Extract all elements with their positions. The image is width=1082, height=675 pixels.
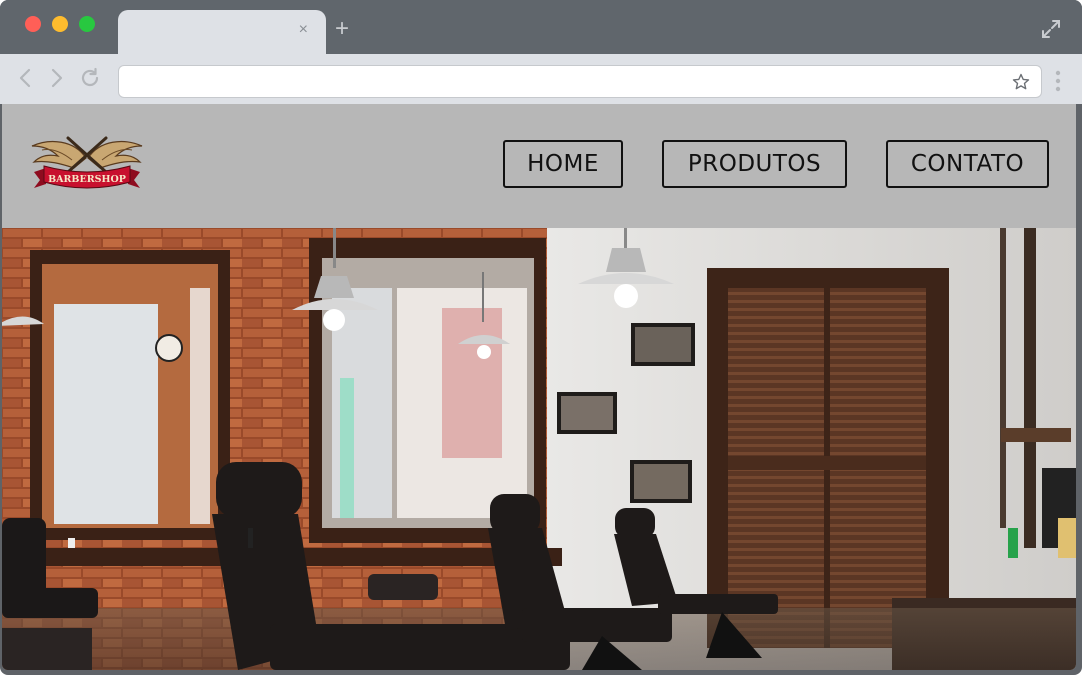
browser-window: × + BARBERSHOP HOME PRODUTOS CONTATO: [0, 0, 1082, 675]
nav-produtos-link[interactable]: PRODUTOS: [662, 140, 847, 188]
address-bar[interactable]: [118, 65, 1042, 98]
nav-home-link[interactable]: HOME: [503, 140, 623, 188]
logo-text: BARBERSHOP: [48, 174, 126, 185]
fullscreen-icon[interactable]: [1040, 18, 1062, 40]
tab-close-icon[interactable]: ×: [299, 20, 308, 40]
reload-icon[interactable]: [78, 66, 102, 90]
forward-icon[interactable]: [44, 66, 68, 90]
hero-barbershop-photo: [2, 228, 1076, 670]
close-window-button[interactable]: [25, 16, 41, 32]
barbershop-logo[interactable]: BARBERSHOP: [28, 132, 146, 196]
bookmark-star-icon[interactable]: [1011, 72, 1031, 92]
nav-contato-link[interactable]: CONTATO: [886, 140, 1049, 188]
browser-menu-icon[interactable]: [1054, 69, 1062, 93]
browser-toolbar: [0, 54, 1082, 104]
minimize-window-button[interactable]: [52, 16, 68, 32]
maximize-window-button[interactable]: [79, 16, 95, 32]
page-viewport: BARBERSHOP HOME PRODUTOS CONTATO: [2, 104, 1076, 670]
browser-titlebar: × +: [0, 0, 1082, 54]
back-icon[interactable]: [14, 66, 38, 90]
new-tab-button[interactable]: +: [331, 17, 353, 41]
site-header: BARBERSHOP HOME PRODUTOS CONTATO: [2, 104, 1076, 228]
browser-tab[interactable]: ×: [118, 10, 326, 54]
